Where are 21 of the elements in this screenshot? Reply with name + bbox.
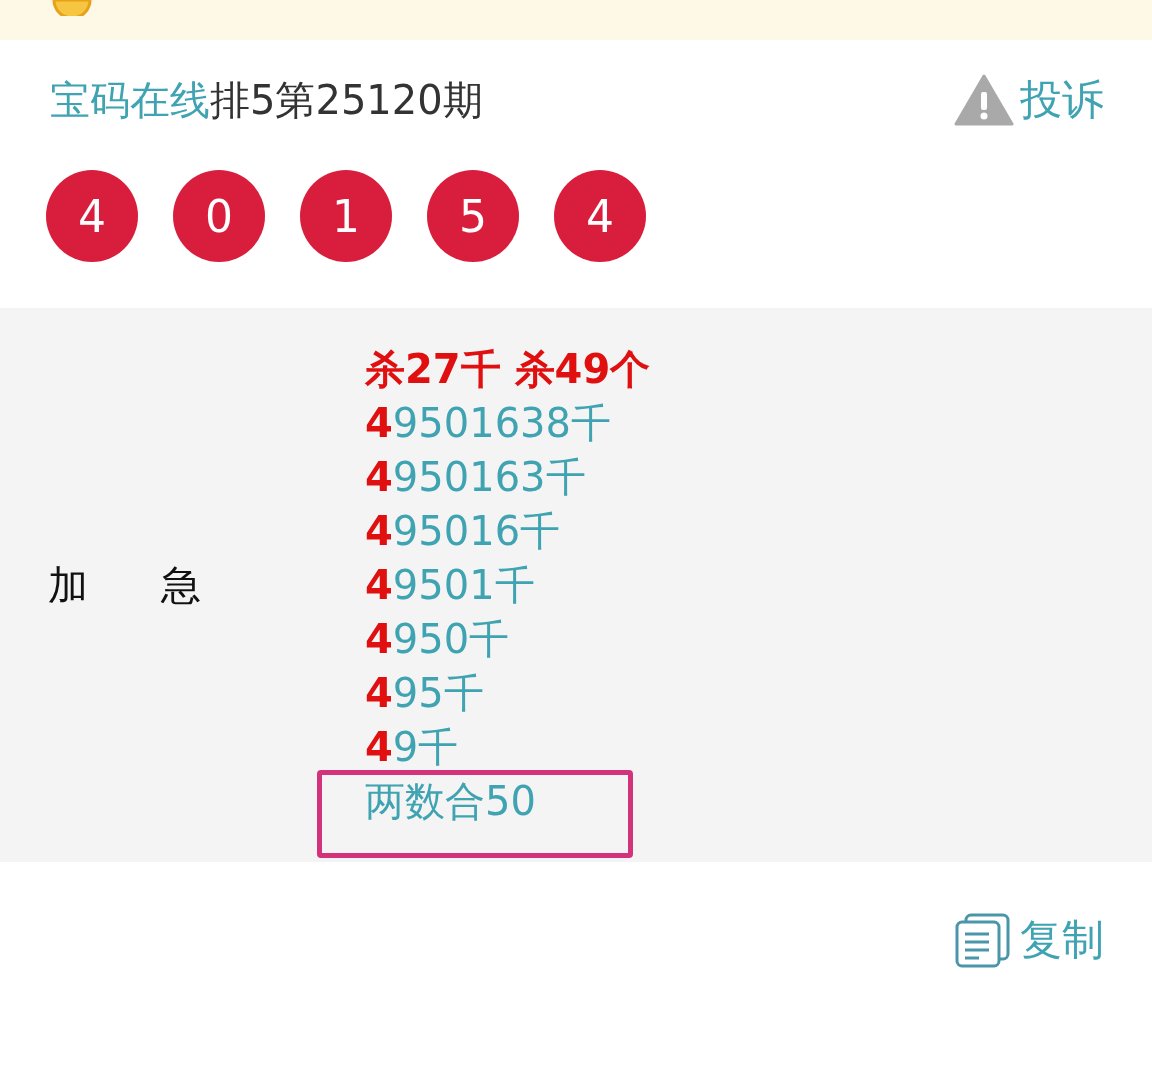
prediction-line: 49501千 (365, 561, 536, 610)
warning-icon (954, 74, 1014, 126)
prediction-line: 49501638千 (365, 399, 612, 448)
number-ball: 4 (46, 170, 138, 262)
report-link[interactable]: 投诉 (954, 72, 1104, 128)
coin-icon (52, 0, 92, 16)
prediction-line: 495016千 (365, 507, 562, 556)
prediction-line: 49千 (365, 723, 460, 772)
prediction-line: 4950千 (365, 615, 511, 664)
number-ball: 4 (554, 170, 646, 262)
number-ball: 0 (173, 170, 265, 262)
prediction-line: 495千 (365, 669, 485, 718)
kill-headline: 杀27千 杀49个 (365, 345, 651, 394)
issue-title: 宝码在线排5第25120期 (50, 75, 483, 125)
prediction-line: 两数合50 (365, 777, 537, 826)
copy-icon (954, 912, 1012, 968)
tag-label: 加 急 (48, 560, 202, 610)
copy-button[interactable]: 复制 (954, 912, 1104, 968)
prediction-line: 4950163千 (365, 453, 587, 502)
number-ball: 5 (427, 170, 519, 262)
number-ball: 1 (300, 170, 392, 262)
